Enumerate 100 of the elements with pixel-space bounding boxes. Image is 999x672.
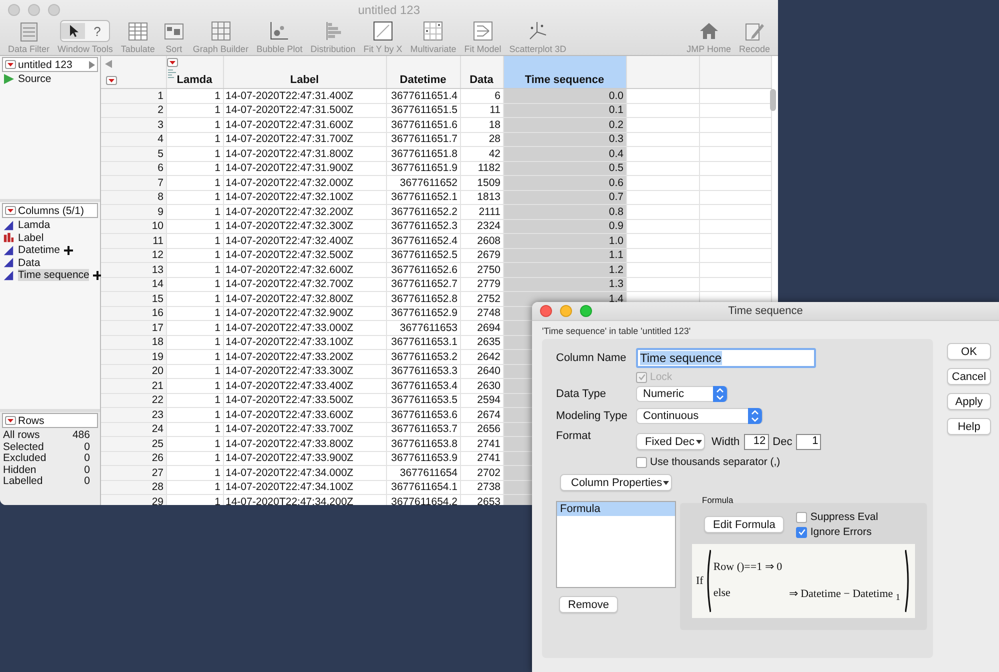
table-cell: 14-07-2020T22:47:32.100Z xyxy=(223,190,386,204)
column-name-field[interactable]: Time sequence xyxy=(636,348,816,368)
pointer-icon[interactable] xyxy=(61,23,86,39)
row-number: 9 xyxy=(101,204,166,219)
decimals-field[interactable]: 1 xyxy=(796,434,822,450)
stepper-arrows-icon xyxy=(713,386,727,402)
home-icon xyxy=(698,20,720,42)
columns-list-icon[interactable] xyxy=(168,69,177,78)
table-cell: 1 xyxy=(166,176,223,190)
remove-button[interactable]: Remove xyxy=(559,596,618,613)
width-field[interactable]: 12 xyxy=(744,434,769,450)
table-cell: 1 xyxy=(166,262,223,277)
minimize-button[interactable] xyxy=(560,305,572,317)
table-cell: 14-07-2020T22:47:33.000Z xyxy=(223,320,386,335)
zoom-button[interactable] xyxy=(48,4,60,16)
format-dropdown[interactable]: Fixed Dec xyxy=(636,433,705,450)
dialog-button[interactable]: Apply xyxy=(947,393,991,410)
row-number: 15 xyxy=(101,292,166,306)
column-item[interactable]: Lamda xyxy=(18,219,50,232)
dialog-button[interactable]: Help xyxy=(947,418,991,435)
field-label: Format xyxy=(556,430,592,442)
table-cell: 2656 xyxy=(460,422,503,436)
table-cell: 2635 xyxy=(460,335,503,350)
row-number: 5 xyxy=(101,146,166,161)
column-item[interactable]: Time sequence xyxy=(18,269,90,282)
formula-condition: Row ()==1 ⇒ 0 xyxy=(713,560,784,573)
column-item[interactable]: Datetime xyxy=(18,244,60,256)
table-cell: 0.9 xyxy=(503,219,626,234)
table-cell: 14-07-2020T22:47:33.600Z xyxy=(223,408,386,422)
table-cell: 3677611653.3 xyxy=(386,364,460,378)
table-cell: 3677611654.1 xyxy=(386,480,460,494)
field-label: Width xyxy=(712,436,740,448)
option-checkbox[interactable] xyxy=(796,526,808,538)
table-cell: 2630 xyxy=(460,378,503,393)
menu-triangle-icon[interactable] xyxy=(5,60,16,69)
option-label: Suppress Eval xyxy=(810,511,878,523)
table-cell: 1 xyxy=(166,451,223,466)
table-cell: 2674 xyxy=(460,408,503,422)
row-number: 16 xyxy=(101,306,166,320)
table-cell: 0.8 xyxy=(503,204,626,219)
table-cell: 1.1 xyxy=(503,248,626,262)
table-cell: 14-07-2020T22:47:32.800Z xyxy=(223,292,386,306)
option-checkbox[interactable] xyxy=(796,512,808,522)
table-cell: 1 xyxy=(166,364,223,378)
dialog-button[interactable]: OK xyxy=(947,343,991,360)
row-state-count: 0 xyxy=(84,440,90,452)
table-cell: 2779 xyxy=(460,277,503,292)
table-cell: 3677611651.4 xyxy=(386,88,460,103)
row-state-count: 0 xyxy=(84,452,90,464)
dialog-button[interactable]: Cancel xyxy=(947,368,991,385)
scrollbar-thumb[interactable] xyxy=(770,89,776,111)
column-header[interactable]: Label xyxy=(223,56,386,88)
table-cell: 1 xyxy=(166,408,223,422)
row-number: 1 xyxy=(101,88,166,103)
table-cell: 14-07-2020T22:47:31.700Z xyxy=(223,132,386,146)
data-type-select[interactable]: Numeric xyxy=(636,386,728,402)
table-cell: 14-07-2020T22:47:34.000Z xyxy=(223,466,386,480)
table-cell: 1.3 xyxy=(503,277,626,292)
scroll-left-icon[interactable] xyxy=(105,60,112,68)
row-number: 28 xyxy=(101,480,166,494)
dialog-subtitle: 'Time sequence' in table 'untitled 123' xyxy=(542,326,692,338)
table-cell: 1 xyxy=(166,277,223,292)
script-item[interactable]: Source xyxy=(18,73,52,86)
table-cell: 3677611653.2 xyxy=(386,350,460,364)
close-button[interactable] xyxy=(540,305,552,317)
table-cell: 2702 xyxy=(460,466,503,480)
row-state-count: 0 xyxy=(84,464,90,475)
table-cell: 6 xyxy=(460,88,503,103)
table-cell: 14-07-2020T22:47:32.700Z xyxy=(223,277,386,292)
column-item[interactable]: Label xyxy=(18,232,44,244)
column-properties-dropdown[interactable]: Column Properties xyxy=(560,474,672,491)
close-button[interactable] xyxy=(8,4,20,16)
play-icon[interactable] xyxy=(4,74,14,84)
table-cell: 3677611653.1 xyxy=(386,335,460,350)
caret-icon xyxy=(696,440,702,444)
column-header[interactable]: Time sequence xyxy=(503,56,626,88)
row-state-count: 486 xyxy=(72,429,90,440)
column-item[interactable]: Data xyxy=(18,256,40,269)
edit-formula-button[interactable]: Edit Formula xyxy=(704,516,784,533)
zoom-button[interactable] xyxy=(580,305,592,317)
menu-triangle-icon[interactable] xyxy=(5,416,16,425)
expand-arrow-icon[interactable] xyxy=(89,60,95,68)
column-header[interactable]: Data xyxy=(460,56,503,88)
thousands-separator-checkbox[interactable] xyxy=(636,456,647,468)
field-label: Modeling Type xyxy=(556,410,628,422)
table-cell: 1.2 xyxy=(503,262,626,277)
formula-else: else xyxy=(713,586,732,601)
column-header[interactable]: Datetime xyxy=(386,56,460,88)
menu-triangle-icon[interactable] xyxy=(106,76,117,85)
column-header[interactable]: Lamda xyxy=(166,56,223,88)
menu-triangle-icon[interactable] xyxy=(5,206,16,215)
bubble-chart-icon xyxy=(268,20,290,42)
property-item[interactable]: Formula xyxy=(557,502,675,516)
row-state-count: 0 xyxy=(84,475,90,486)
formula-result: ⇒ Datetime − Datetime $_{1}$ xyxy=(788,586,902,602)
minimize-button[interactable] xyxy=(28,4,40,16)
table-cell: 3677611653 xyxy=(386,320,460,335)
menu-triangle-icon[interactable] xyxy=(167,58,178,67)
table-cell: 3677611652.9 xyxy=(386,306,460,320)
modeling-type-select[interactable]: Continuous xyxy=(636,408,763,424)
